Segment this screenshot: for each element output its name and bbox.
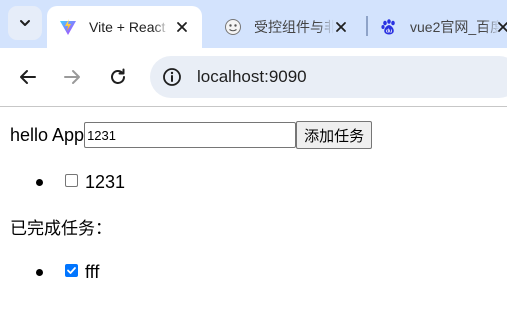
- site-info-icon[interactable]: [160, 65, 184, 89]
- vite-icon: [59, 18, 77, 36]
- reload-icon: [111, 68, 125, 84]
- browser-chrome: Vite + React + TS 受控组件与非受控组件: [0, 0, 507, 107]
- chevron-down-icon: [20, 20, 30, 26]
- arrow-right-icon: [64, 70, 80, 84]
- tab-separator: [366, 16, 368, 36]
- tab-title: vue2官网_百度搜索: [410, 18, 500, 36]
- task-input[interactable]: [84, 122, 297, 148]
- tab-controlled-components[interactable]: 受控组件与非受控组件: [212, 6, 362, 48]
- task-checkbox[interactable]: [65, 174, 78, 187]
- tab-search-button[interactable]: [8, 6, 42, 40]
- back-button[interactable]: [16, 65, 40, 89]
- tab-baidu-search[interactable]: du vue2官网_百度搜索: [372, 6, 507, 48]
- task-text: 1231: [85, 172, 126, 192]
- forward-button[interactable]: [60, 65, 84, 89]
- arrow-left-icon: [20, 70, 36, 84]
- address-bar[interactable]: localhost:9090: [150, 56, 507, 98]
- svg-text:du: du: [386, 29, 392, 35]
- close-icon[interactable]: [173, 18, 191, 36]
- done-section-title: 已完成任务：: [10, 219, 112, 239]
- custom-site-icon: [224, 18, 242, 36]
- checkmark-icon: [67, 267, 76, 274]
- tab-title: Vite + React + TS: [89, 18, 169, 36]
- bullet-icon: [36, 269, 43, 276]
- tab-vite-react[interactable]: Vite + React + TS: [47, 6, 202, 48]
- reload-button[interactable]: [106, 65, 130, 89]
- add-task-button[interactable]: 添加任务: [296, 121, 373, 149]
- task-checkbox[interactable]: [65, 264, 78, 277]
- greeting-text: hello App: [10, 125, 85, 145]
- tab-title: 受控组件与非受控组件: [254, 18, 334, 36]
- url-text[interactable]: localhost:9090: [197, 66, 307, 88]
- task-text: fff: [85, 262, 100, 282]
- close-icon[interactable]: [332, 18, 350, 36]
- close-icon[interactable]: [494, 18, 507, 36]
- baidu-icon: du: [380, 18, 398, 36]
- tab-strip: Vite + React + TS 受控组件与非受控组件: [0, 0, 507, 48]
- header-row: hello App 添加任务: [10, 121, 373, 149]
- page-content: hello App 添加任务 1231 已完成任务： fff: [0, 107, 507, 322]
- bullet-icon: [36, 179, 43, 186]
- browser-toolbar: localhost:9090: [0, 48, 507, 107]
